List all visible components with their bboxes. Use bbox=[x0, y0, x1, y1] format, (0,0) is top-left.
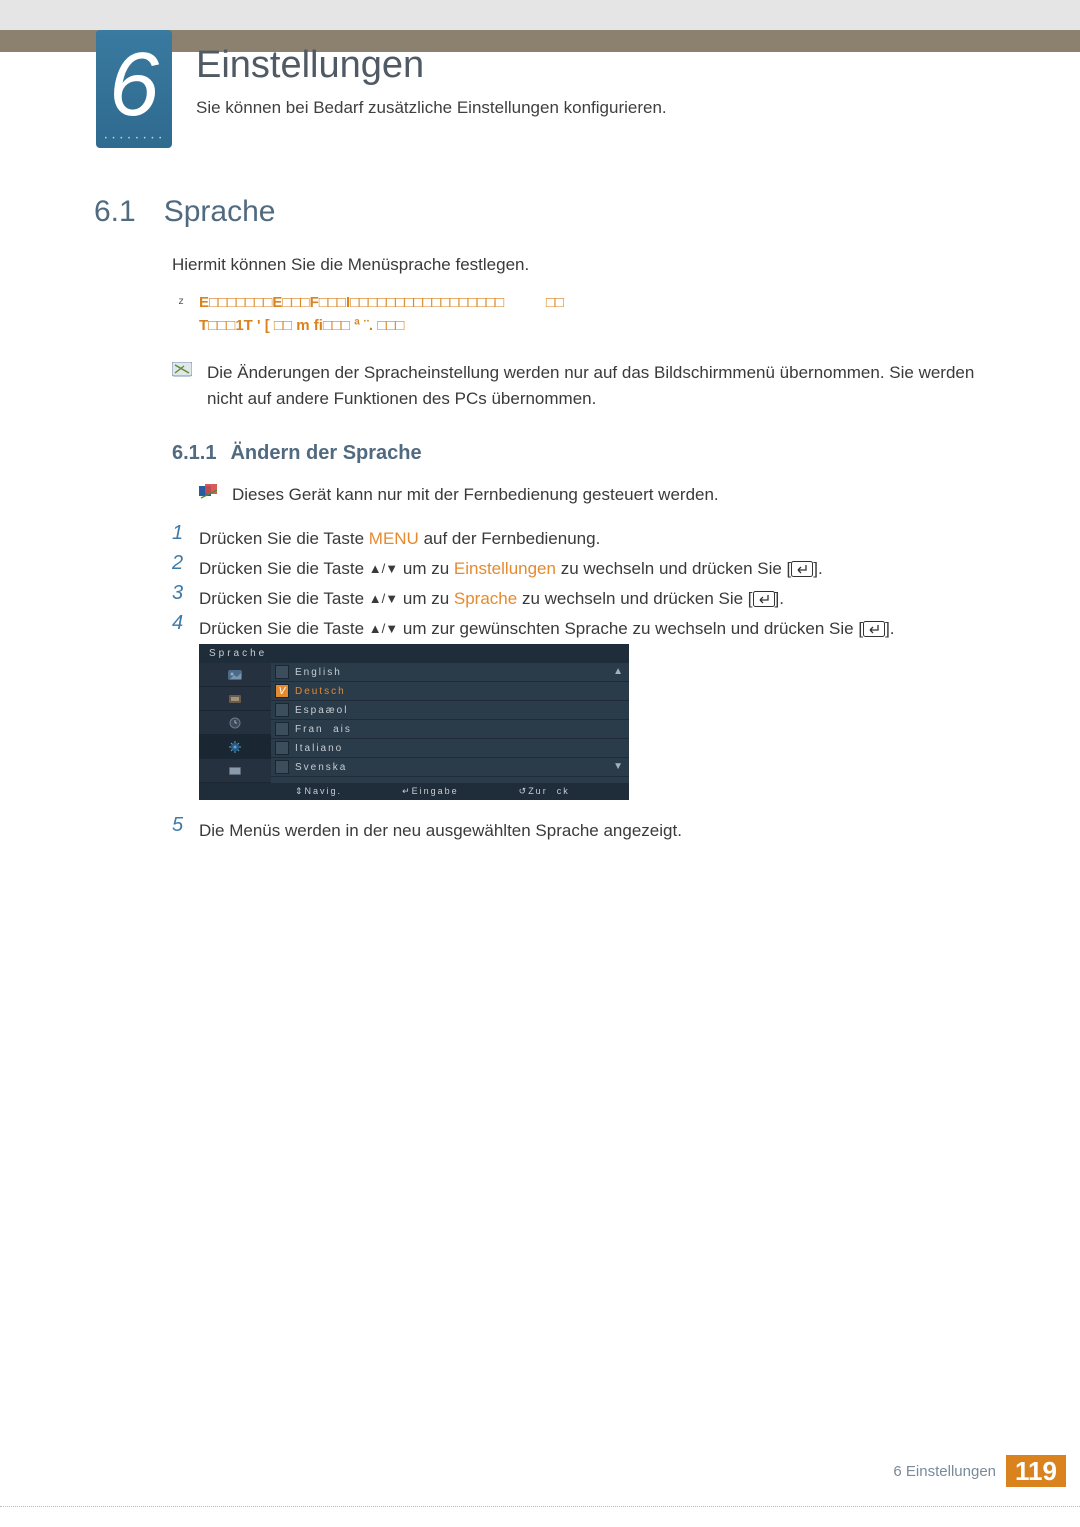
step-number-5: 5 bbox=[172, 814, 183, 837]
note-icon bbox=[172, 362, 192, 378]
osd-menu-screenshot: Sprache English▲ VDeutsch Espaæol Fran a… bbox=[199, 644, 629, 800]
up-down-icon: ▲/▼ bbox=[369, 561, 398, 576]
step-number-4: 4 bbox=[172, 612, 183, 635]
osd-body: English▲ VDeutsch Espaæol Fran ais Itali… bbox=[199, 663, 629, 783]
osd-nav-hint: ⇕Navig. bbox=[295, 786, 342, 797]
step-4: Drücken Sie die Taste ▲/▼ um zur gewünsc… bbox=[199, 616, 986, 645]
osd-lang-francais: Fran ais bbox=[271, 720, 629, 739]
footer-chapter-label: 6 Einstellungen bbox=[893, 1463, 996, 1480]
osd-footer: ⇕Navig. ↵Eingabe ↺Zur ck bbox=[199, 783, 629, 800]
subsection-number: 6.1.1 bbox=[172, 442, 216, 464]
top-bar bbox=[0, 0, 1080, 30]
osd-language-list: English▲ VDeutsch Espaæol Fran ais Itali… bbox=[271, 663, 629, 783]
language-link: Sprache bbox=[454, 589, 517, 608]
bullet-marker: z bbox=[178, 296, 184, 307]
chapter-dots: • • • • • • • • bbox=[96, 136, 172, 142]
enter-icon bbox=[791, 559, 813, 585]
osd-lang-english: English▲ bbox=[271, 663, 629, 682]
scroll-down-icon: ▼ bbox=[613, 761, 623, 772]
osd-sidebar-clock-icon bbox=[199, 711, 271, 735]
chapter-badge: 6 • • • • • • • • bbox=[96, 30, 172, 148]
osd-enter-hint: ↵Eingabe bbox=[402, 786, 459, 797]
page-number: 119 bbox=[1006, 1455, 1066, 1487]
step-3: Drücken Sie die Taste ▲/▼ um zu Sprache … bbox=[199, 586, 986, 615]
warn-line-2: T□□□1T ' [ □□ m fi□□□ ª ¨. □□□ bbox=[199, 315, 986, 338]
subsection-title: Ändern der Sprache bbox=[230, 442, 421, 464]
section-note: Die Änderungen der Spracheinstellung wer… bbox=[207, 360, 986, 411]
osd-back-hint: ↺Zur ck bbox=[519, 786, 570, 797]
menu-key: MENU bbox=[369, 529, 419, 548]
step-1: Drücken Sie die Taste MENU auf der Fernb… bbox=[199, 526, 986, 552]
footer-divider bbox=[0, 1506, 1080, 1507]
step-number-3: 3 bbox=[172, 582, 183, 605]
osd-sidebar-settings-icon bbox=[199, 735, 271, 759]
osd-sidebar bbox=[199, 663, 271, 783]
section-intro: Hiermit können Sie die Menüsprache festl… bbox=[172, 253, 986, 278]
up-down-icon: ▲/▼ bbox=[369, 621, 398, 636]
step-number-2: 2 bbox=[172, 552, 183, 575]
chapter-number: 6 bbox=[96, 30, 172, 140]
subsection-heading: 6.1.1 Ändern der Sprache bbox=[172, 442, 422, 465]
page-subtitle: Sie können bei Bedarf zusätzliche Einste… bbox=[196, 98, 667, 118]
step-5: Die Menüs werden in der neu ausgewählten… bbox=[199, 818, 986, 844]
subsection-note: Dieses Gerät kann nur mit der Fernbedien… bbox=[232, 482, 986, 508]
osd-lang-deutsch: VDeutsch bbox=[271, 682, 629, 701]
checkmark-icon: V bbox=[275, 684, 289, 698]
section-title: Sprache bbox=[164, 195, 276, 228]
section-number: 6.1 bbox=[94, 195, 136, 228]
enter-icon bbox=[753, 589, 775, 615]
osd-lang-espanol: Espaæol bbox=[271, 701, 629, 720]
up-down-icon: ▲/▼ bbox=[369, 591, 398, 606]
osd-title: Sprache bbox=[199, 644, 629, 663]
scroll-up-icon: ▲ bbox=[613, 666, 623, 677]
osd-sidebar-sound-icon bbox=[199, 687, 271, 711]
step-2: Drücken Sie die Taste ▲/▼ um zu Einstell… bbox=[199, 556, 986, 585]
warning-block: E□□□□□□□E□□□F□□□I□□□□□□□□□□□□□□□□□ □□ T□… bbox=[199, 292, 986, 337]
osd-lang-italiano: Italiano bbox=[271, 739, 629, 758]
section-heading: 6.1 Sprache bbox=[94, 195, 275, 229]
note-icon bbox=[199, 484, 219, 500]
step-number-1: 1 bbox=[172, 522, 183, 545]
osd-sidebar-multi-icon bbox=[199, 759, 271, 783]
enter-icon bbox=[863, 619, 885, 645]
page-footer: 6 Einstellungen 119 bbox=[893, 1455, 1080, 1487]
osd-sidebar-picture-icon bbox=[199, 663, 271, 687]
warn-line-1: E□□□□□□□E□□□F□□□I□□□□□□□□□□□□□□□□□ □□ bbox=[199, 292, 986, 315]
page-title: Einstellungen bbox=[196, 44, 424, 87]
osd-lang-svenska: Svenska▼ bbox=[271, 758, 629, 777]
settings-link: Einstellungen bbox=[454, 559, 556, 578]
